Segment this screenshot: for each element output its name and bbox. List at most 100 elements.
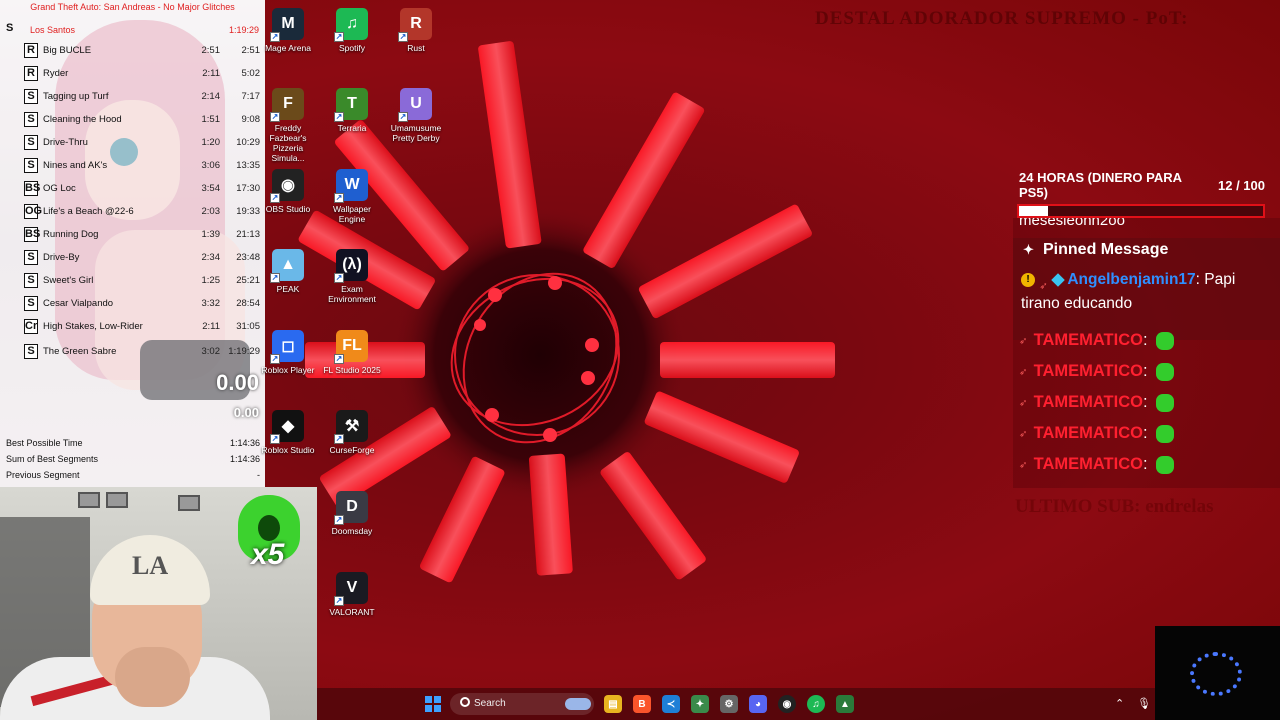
desktop-icon-doomsday[interactable]: D ↗ Doomsday [320, 487, 384, 559]
desktop-icon-label: PEAK [276, 284, 300, 294]
split-name: Nines and AK's [43, 160, 108, 171]
icon-glyph: T [347, 95, 357, 112]
vscode-icon[interactable]: ≺ [662, 695, 680, 713]
icon-glyph: U [410, 95, 422, 112]
split-total-time: 7:17 [241, 91, 261, 102]
icon-glyph: FL [342, 337, 362, 354]
desktop-icon-curseforge[interactable]: ⚒ ↗ CurseForge [320, 406, 384, 478]
desktop-icon-roblox-studio[interactable]: ◆ ↗ Roblox Studio [256, 406, 320, 478]
spotify-taskbar-icon[interactable]: ♫ [807, 695, 825, 713]
desktop-icon-obs[interactable]: ◉ ↗ OBS Studio [256, 165, 320, 237]
split-icon: R [24, 66, 38, 81]
desktop-icon-label: Terraria [337, 123, 367, 133]
obs-studio-taskbar-icon[interactable]: ◉ [778, 695, 796, 713]
split-total-time: 17:30 [236, 183, 260, 194]
windows-taskbar: Search ▤ B ≺ ✦ ⚙ ◕ ◉ ♫ ▲ ⌃ 🎙 [317, 688, 1280, 720]
split-row: S Drive-By 2:34 23:48 [0, 247, 265, 269]
goal-total: / 100 [1236, 178, 1265, 193]
split-icon: OG [24, 204, 43, 219]
split-name: OG Loc [43, 183, 76, 194]
pin-icon: ✦ [1023, 242, 1034, 257]
settings-gear-icon[interactable]: ⚙ [720, 695, 738, 713]
loading-spinner-icon [1190, 652, 1242, 696]
split-total-time: 31:05 [236, 321, 260, 332]
split-name: Cleaning the Hood [43, 114, 122, 125]
wallpaper-heading-decorative: DESTAL ADORADOR SUPREMO - PoT: [815, 8, 1189, 29]
split-icon: S [24, 89, 38, 104]
desktop-icon-wallpaper-engine[interactable]: W ↗ Wallpaper Engine [320, 165, 384, 237]
icon-glyph: ◻ [281, 338, 295, 355]
chat-username: TAMEMATICO [1033, 455, 1143, 473]
split-name: Big BUCLE [43, 45, 92, 56]
file-explorer-icon[interactable]: ▤ [604, 695, 622, 713]
main-timer: 0.00 [216, 370, 259, 395]
game-title: Grand Theft Auto: San Andreas - No Major… [30, 2, 235, 12]
fl-studio-icon: FL ↗ [334, 330, 368, 364]
split-row: S Nines and AK's 3:06 13:35 [0, 155, 265, 177]
desktop-icon-exam-environment[interactable]: (λ) ↗ Exam Environment [320, 245, 384, 317]
desktop-icon-terraria[interactable]: T ↗ Terraria [320, 84, 384, 156]
green-blob-emote-icon [1156, 331, 1175, 350]
stat-label: Sum of Best Segments [6, 454, 99, 464]
chat-message: ➶ TAMEMATICO: [1019, 362, 1274, 384]
chat-cutoff-line: mesesieonn2oo [1019, 218, 1125, 229]
webcam-wall-frame [78, 492, 100, 508]
shortcut-arrow-icon: ↗ [270, 193, 280, 203]
desktop-icon-spotify[interactable]: ♫ ↗ Spotify [320, 4, 384, 76]
desktop-icon-valorant[interactable]: V ↗ VALORANT [320, 568, 384, 640]
brave-browser-icon[interactable]: B [633, 695, 651, 713]
split-total-time: 21:13 [236, 229, 260, 240]
desktop-icon-roblox-player[interactable]: ◻ ↗ Roblox Player [256, 326, 320, 398]
shortcut-arrow-icon: ↗ [270, 434, 280, 444]
discord-icon[interactable]: ◕ [749, 695, 767, 713]
split-total-time: 5:02 [241, 68, 261, 79]
split-icon: S [24, 112, 38, 127]
split-total-time: 2:51 [241, 45, 261, 56]
stat-label: Previous Segment [6, 470, 80, 480]
shortcut-arrow-icon: ↗ [334, 434, 344, 444]
stat-label: Best Possible Time [6, 438, 83, 448]
chat-overlay: mesesieonn2oo ✦ Pinned Message ! ➶ Angelbe… [1013, 218, 1280, 488]
split-name: Life's a Beach @22-6 [43, 206, 134, 217]
chat-username: TAMEMATICO [1033, 424, 1143, 442]
fnaf-icon: F ↗ [270, 88, 304, 122]
desktop-icon-peak[interactable]: ▲ ↗ PEAK [256, 245, 320, 317]
rocket-badge-icon: ➶ [1019, 335, 1028, 347]
pinned-app-icon[interactable]: ✦ [691, 695, 709, 713]
chat-message: ➶ TAMEMATICO: [1019, 331, 1274, 353]
icon-glyph: ◆ [281, 418, 295, 435]
split-icon: S [24, 296, 38, 311]
split-icon: BS [24, 227, 41, 242]
warning-badge-icon: ! [1021, 272, 1035, 287]
split-name: The Green Sabre [43, 346, 117, 357]
goal-progress-bar [1017, 204, 1265, 218]
split-total-time: 13:35 [236, 160, 260, 171]
start-button-windows-icon[interactable] [425, 696, 441, 712]
game-launcher-icon[interactable]: ▲ [836, 695, 854, 713]
peak-icon: ▲ ↗ [270, 249, 304, 283]
umamusume-icon: U ↗ [398, 88, 432, 122]
split-row: BS Running Dog 1:39 21:13 [0, 224, 265, 246]
exam-environment-icon: (λ) ↗ [334, 249, 368, 283]
mage-arena-icon: M ↗ [270, 8, 304, 42]
split-row: Cr High Stakes, Low-Rider 2:11 31:05 [0, 316, 265, 338]
webcam-wall-frame [106, 492, 128, 508]
split-row: S Drive-Thru 1:20 10:29 [0, 132, 265, 154]
desktop-icon-umamusume[interactable]: U ↗ Umamusume Pretty Derby [384, 84, 448, 156]
goal-title: 24 HORAS (DINERO PARA PS5) [1019, 170, 1182, 200]
category-time: 1:19:29 [228, 25, 259, 35]
split-name: Drive-Thru [43, 137, 88, 148]
desktop-icon-mage-arena[interactable]: M ↗ Mage Arena [256, 4, 320, 76]
icon-glyph: F [283, 95, 293, 112]
shortcut-arrow-icon: ↗ [270, 273, 280, 283]
desktop-icon-rust[interactable]: R ↗ Rust [384, 4, 448, 76]
desktop-icon-label: Spotify [339, 43, 365, 53]
goal-progress-fill [1019, 206, 1049, 216]
microphone-icon[interactable]: 🎙 [1137, 697, 1151, 710]
curseforge-icon: ⚒ ↗ [334, 410, 368, 444]
split-row: S The Green Sabre 3:02 1:19:29 [0, 341, 265, 363]
wallpaper-engine-icon: W ↗ [334, 169, 368, 203]
desktop-icon-fl-studio[interactable]: FL ↗ FL Studio 2025 [320, 326, 384, 398]
desktop-icon-fnaf[interactable]: F ↗ Freddy Fazbear's Pizzeria Simula... [256, 84, 320, 163]
tray-chevron-up-icon[interactable]: ⌃ [1115, 697, 1124, 710]
